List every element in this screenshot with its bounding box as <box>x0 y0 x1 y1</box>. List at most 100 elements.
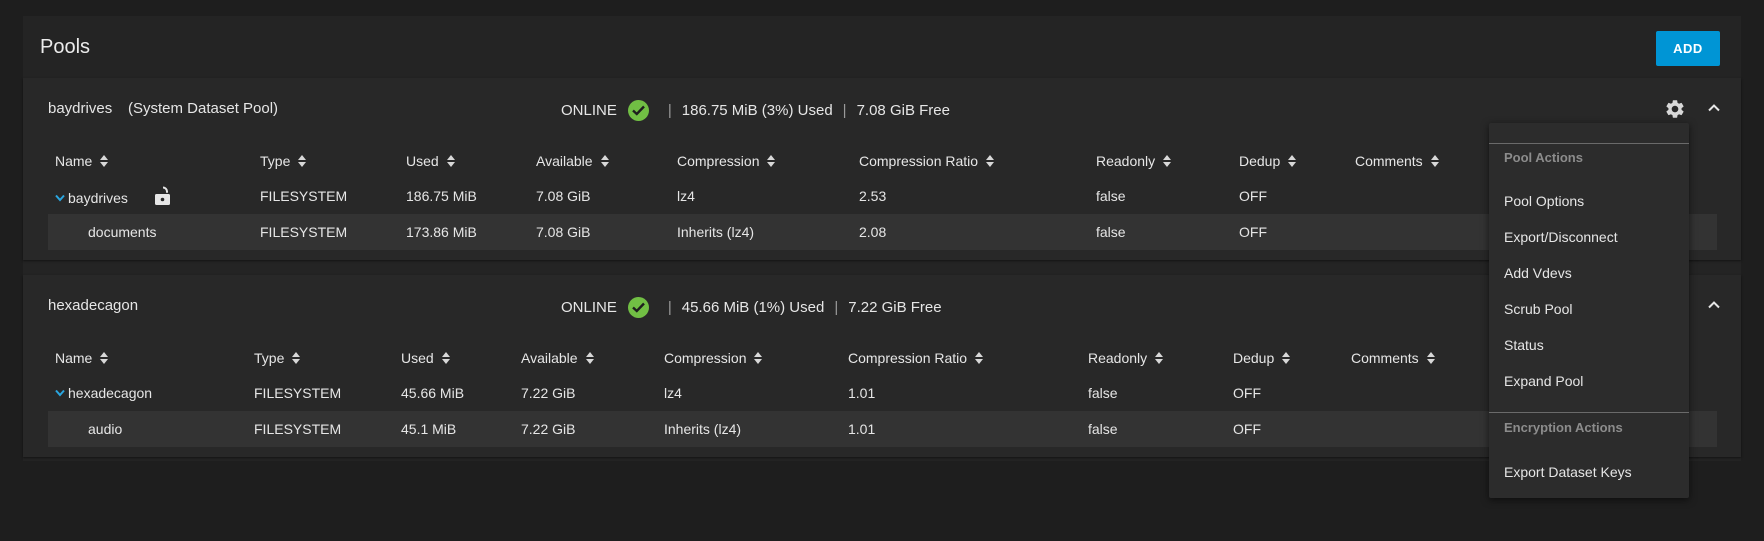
menu-item-export-disconnect[interactable]: Export/Disconnect <box>1504 229 1674 245</box>
separator: | <box>842 102 847 119</box>
sort-icon <box>754 352 763 364</box>
menu-group-encryption-actions: Encryption Actions <box>1504 420 1623 435</box>
cell-ratio: 2.53 <box>859 188 887 204</box>
column-header-readonly[interactable]: Readonly <box>1081 341 1226 375</box>
table-row[interactable]: hexadecagon FILESYSTEM 45.66 MiB 7.22 Gi… <box>48 375 1717 411</box>
page-title: Pools <box>40 36 91 58</box>
column-header-dedup[interactable]: Dedup <box>1226 341 1344 375</box>
cell-used: 45.1 MiB <box>394 411 514 447</box>
pool-free: 7.22 GiB Free <box>848 299 942 316</box>
column-header-name[interactable]: Name <box>48 144 253 178</box>
sort-icon <box>1163 155 1172 167</box>
sort-icon <box>1426 352 1435 364</box>
column-header-available[interactable]: Available <box>514 341 657 375</box>
menu-item-add-vdevs[interactable]: Add Vdevs <box>1504 265 1674 281</box>
cell-compression: lz4 <box>677 188 695 204</box>
column-header-readonly[interactable]: Readonly <box>1089 144 1232 178</box>
cell-dedup: OFF <box>1226 411 1344 447</box>
cell-ratio: 2.08 <box>852 214 1089 250</box>
cell-dedup: OFF <box>1232 214 1348 250</box>
separator: | <box>834 299 839 316</box>
cell-ratio: 1.01 <box>841 411 1081 447</box>
pool-name: hexadecagon <box>48 297 139 314</box>
sort-icon <box>975 352 984 364</box>
chevron-down-icon[interactable] <box>55 194 65 202</box>
column-header-dedup[interactable]: Dedup <box>1232 144 1348 178</box>
column-header-compression[interactable]: Compression <box>657 341 841 375</box>
menu-item-expand-pool[interactable]: Expand Pool <box>1504 373 1674 389</box>
sort-icon <box>1430 155 1439 167</box>
pool-status: ONLINE | 186.75 MiB (3%) Used | 7.08 GiB… <box>561 100 950 121</box>
column-header-used[interactable]: Used <box>399 144 529 178</box>
cell-compression: Inherits (lz4) <box>657 411 841 447</box>
cell-type: FILESYSTEM <box>254 385 342 401</box>
pool-free: 7.08 GiB Free <box>856 102 950 119</box>
cell-dedup: OFF <box>1233 385 1261 401</box>
sort-icon <box>986 155 995 167</box>
cell-readonly: false <box>1089 214 1232 250</box>
pool-status: ONLINE | 45.66 MiB (1%) Used | 7.22 GiB … <box>561 297 942 318</box>
cell-used: 186.75 MiB <box>406 188 477 204</box>
chevron-up-icon[interactable] <box>1706 297 1722 313</box>
table-row[interactable]: baydrives FILESYSTEM 186.75 MiB 7.08 GiB… <box>48 178 1717 214</box>
table-row[interactable]: audio FILESYSTEM 45.1 MiB 7.22 GiB Inher… <box>48 411 1717 447</box>
gear-icon[interactable] <box>1664 98 1686 120</box>
menu-item-pool-options[interactable]: Pool Options <box>1504 193 1674 209</box>
menu-divider <box>1489 412 1689 413</box>
add-button[interactable]: ADD <box>1656 31 1720 66</box>
check-circle-icon <box>627 100 649 121</box>
column-header-used[interactable]: Used <box>394 341 514 375</box>
sort-icon <box>1282 352 1291 364</box>
cell-name: hexadecagon <box>48 375 247 411</box>
sort-icon <box>100 352 109 364</box>
table-header: Name Type Used Available Compression Com… <box>48 341 1717 375</box>
sort-icon <box>1288 155 1297 167</box>
cell-compression: lz4 <box>664 385 682 401</box>
menu-item-export-dataset-keys[interactable]: Export Dataset Keys <box>1504 464 1674 480</box>
separator: | <box>667 299 672 316</box>
cell-type: FILESYSTEM <box>247 411 394 447</box>
cell-type: FILESYSTEM <box>260 188 348 204</box>
cell-used: 45.66 MiB <box>401 385 465 401</box>
cell-type: FILESYSTEM <box>253 214 399 250</box>
pool-card-hexadecagon: hexadecagon ONLINE | 45.66 MiB (1%) Used… <box>23 275 1741 457</box>
column-header-type[interactable]: Type <box>247 341 394 375</box>
sort-icon <box>1155 352 1164 364</box>
pool-header: baydrives (System Dataset Pool) ONLINE |… <box>23 78 1741 140</box>
cell-compression: Inherits (lz4) <box>670 214 852 250</box>
pool-card-baydrives: baydrives (System Dataset Pool) ONLINE |… <box>23 78 1741 260</box>
dataset-table: Name Type Used Available Compression Com… <box>48 341 1717 447</box>
lock-open-icon[interactable] <box>154 186 172 206</box>
cell-name: documents <box>48 214 253 250</box>
status-text: ONLINE <box>561 102 617 119</box>
sort-icon <box>298 155 307 167</box>
cell-ratio: 1.01 <box>848 385 876 401</box>
menu-item-status[interactable]: Status <box>1504 337 1674 353</box>
menu-group-pool-actions: Pool Actions <box>1504 150 1583 165</box>
sort-icon <box>600 155 609 167</box>
chevron-up-icon[interactable] <box>1706 100 1722 116</box>
sort-icon <box>767 155 776 167</box>
pool-used: 186.75 MiB (3%) Used <box>681 102 833 119</box>
cell-available: 7.08 GiB <box>529 214 670 250</box>
pool-used: 45.66 MiB (1%) Used <box>681 299 825 316</box>
menu-divider <box>1489 143 1689 144</box>
cell-readonly: false <box>1088 385 1118 401</box>
chevron-down-icon[interactable] <box>55 389 65 397</box>
column-header-type[interactable]: Type <box>253 144 399 178</box>
cell-used: 173.86 MiB <box>399 214 529 250</box>
sort-icon <box>100 155 109 167</box>
column-header-name[interactable]: Name <box>48 341 247 375</box>
cell-available: 7.08 GiB <box>536 188 591 204</box>
column-header-compression[interactable]: Compression <box>670 144 852 178</box>
menu-item-scrub-pool[interactable]: Scrub Pool <box>1504 301 1674 317</box>
column-header-available[interactable]: Available <box>529 144 670 178</box>
column-header-ratio[interactable]: Compression Ratio <box>841 341 1081 375</box>
sort-icon <box>446 155 455 167</box>
separator: | <box>667 102 672 119</box>
table-row[interactable]: documents FILESYSTEM 173.86 MiB 7.08 GiB… <box>48 214 1717 250</box>
pool-name: baydrives <box>48 100 113 117</box>
pool-note: (System Dataset Pool) <box>128 100 279 117</box>
cell-readonly: false <box>1081 411 1226 447</box>
column-header-ratio[interactable]: Compression Ratio <box>852 144 1089 178</box>
